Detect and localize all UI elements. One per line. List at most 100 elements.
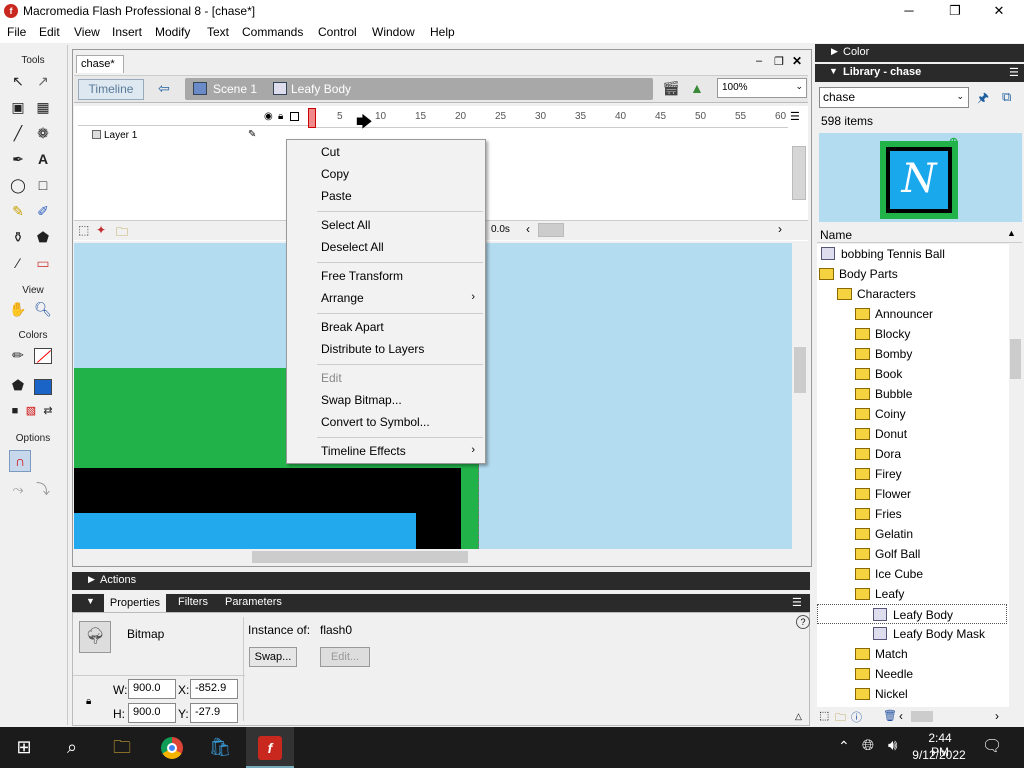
fill-transform-tool-icon[interactable]: ▦ xyxy=(33,97,53,117)
swap-button[interactable]: Swap... xyxy=(249,647,297,667)
insert-folder-icon[interactable]: 🗀︎ xyxy=(116,223,128,244)
fill-color-icon[interactable]: ⬟ xyxy=(8,375,28,395)
stroke-color-swatch[interactable] xyxy=(34,348,52,364)
menu-commands[interactable]: Commands xyxy=(242,25,303,39)
list-item[interactable]: Coiny xyxy=(855,404,906,424)
menu-item-paste[interactable]: Paste xyxy=(321,189,352,203)
notifications-icon[interactable]: 🗨︎ xyxy=(982,736,1002,756)
doc-restore-icon[interactable]: ❐ xyxy=(774,55,784,68)
new-folder-icon[interactable]: 🗀︎ xyxy=(835,709,846,728)
list-item[interactable]: Match xyxy=(855,644,908,664)
list-item[interactable]: Ice Cube xyxy=(855,564,923,584)
panel-menu-icon[interactable]: ☰ xyxy=(1009,66,1019,79)
eyedropper-tool-icon[interactable]: ∕ xyxy=(8,253,28,273)
list-item[interactable]: Announcer xyxy=(855,304,933,324)
edit-symbols-icon[interactable]: ▲ xyxy=(690,80,704,96)
list-item[interactable]: Donut xyxy=(855,424,907,444)
chrome-icon[interactable] xyxy=(148,727,196,768)
width-field[interactable]: 900.0 xyxy=(128,679,176,699)
breadcrumb-scene[interactable]: Scene 1 xyxy=(213,82,257,96)
add-motion-guide-icon[interactable]: ✦ xyxy=(96,223,106,237)
timeline-horizontal-scrollbar[interactable] xyxy=(538,223,564,237)
brush-tool-icon[interactable]: ✐ xyxy=(33,201,53,221)
menu-window[interactable]: Window xyxy=(372,25,415,39)
list-item[interactable]: Nickel xyxy=(855,684,908,704)
library-vertical-scrollbar[interactable] xyxy=(1009,244,1022,707)
color-panel-header[interactable]: ▶ Color xyxy=(815,44,1024,62)
new-library-panel-icon[interactable]: ⧉ xyxy=(1002,89,1011,105)
breadcrumb-symbol[interactable]: Leafy Body xyxy=(291,82,351,96)
layer-row[interactable]: Layer 1 ✎ xyxy=(74,129,308,144)
menu-edit[interactable]: Edit xyxy=(39,25,60,39)
menu-item-break-apart[interactable]: Break Apart xyxy=(321,320,384,334)
lock-icon[interactable]: 🔒︎ xyxy=(278,111,283,122)
menu-item-distribute-to-layers[interactable]: Distribute to Layers xyxy=(321,342,424,356)
menu-item-cut[interactable]: Cut xyxy=(321,145,340,159)
stage-vertical-scrollbar[interactable] xyxy=(792,243,808,549)
timeline-menu-icon[interactable]: ☰ xyxy=(790,110,800,123)
y-field[interactable]: -27.9 xyxy=(190,703,238,723)
eye-icon[interactable]: ◉ xyxy=(264,111,273,122)
list-item[interactable]: Bubble xyxy=(855,384,912,404)
menu-item-select-all[interactable]: Select All xyxy=(321,218,370,232)
tab-parameters[interactable]: Parameters xyxy=(225,596,282,608)
resize-grip-icon[interactable]: △ xyxy=(795,711,802,722)
pencil-tool-icon[interactable]: ✎ xyxy=(8,201,28,221)
layer-name[interactable]: Layer 1 xyxy=(104,130,137,141)
list-item[interactable]: Golf Ball xyxy=(855,544,920,564)
scrollbar-thumb[interactable] xyxy=(794,347,806,393)
list-item[interactable]: Fries xyxy=(855,504,902,524)
network-icon[interactable]: 🌐︎ xyxy=(862,737,874,754)
scroll-left-icon[interactable]: ‹ xyxy=(899,709,903,723)
tab-filters[interactable]: Filters xyxy=(178,596,208,608)
lock-icon[interactable]: 🔒︎ xyxy=(86,696,91,707)
fill-color-swatch[interactable] xyxy=(34,379,52,395)
menu-item-arrange[interactable]: Arrange xyxy=(321,291,364,305)
clock-date[interactable]: 9/12/2022 xyxy=(910,748,968,762)
list-item[interactable]: Needle xyxy=(855,664,913,684)
free-transform-tool-icon[interactable]: ▣ xyxy=(8,97,28,117)
document-tab[interactable]: chase* xyxy=(76,55,124,73)
menu-item-deselect-all[interactable]: Deselect All xyxy=(321,240,384,254)
paint-bucket-tool-icon[interactable]: ⬟ xyxy=(33,227,53,247)
doc-close-icon[interactable]: ✕ xyxy=(792,54,802,68)
panel-menu-icon[interactable]: ☰ xyxy=(792,596,802,609)
menu-control[interactable]: Control xyxy=(318,25,357,39)
x-field[interactable]: -852.9 xyxy=(190,679,238,699)
pen-tool-icon[interactable]: ✒ xyxy=(8,149,28,169)
sort-arrow-icon[interactable]: ▲ xyxy=(1007,228,1016,238)
menu-item-swap-bitmap[interactable]: Swap Bitmap... xyxy=(321,393,402,407)
scroll-left-icon[interactable]: ‹ xyxy=(526,222,530,236)
list-item[interactable]: Firey xyxy=(855,464,902,484)
list-item[interactable]: Flower xyxy=(855,484,911,504)
back-arrow-icon[interactable]: ⇦ xyxy=(152,80,176,100)
actions-panel-header[interactable]: ▶ Actions xyxy=(72,572,810,590)
flash-taskbar-icon[interactable]: f xyxy=(246,727,294,768)
zoom-tool-icon[interactable]: 🔍︎ xyxy=(33,299,53,319)
close-button[interactable]: ✕ xyxy=(976,0,1022,23)
subselection-tool-icon[interactable]: ↗ xyxy=(33,71,53,91)
stroke-color-icon[interactable]: ✏ xyxy=(8,345,28,365)
list-item[interactable]: Dora xyxy=(855,444,901,464)
delete-icon[interactable]: 🗑︎ xyxy=(883,709,897,722)
edit-scene-icon[interactable]: 🎬︎ xyxy=(662,80,680,97)
collapse-arrow-icon[interactable]: ▼ xyxy=(86,596,95,606)
list-item[interactable]: Leafy xyxy=(855,584,904,604)
height-field[interactable]: 900.0 xyxy=(128,703,176,723)
menu-file[interactable]: File xyxy=(7,25,26,39)
doc-minimize-icon[interactable]: – xyxy=(756,55,762,67)
selection-tool-icon[interactable]: ↖ xyxy=(8,71,28,91)
new-symbol-icon[interactable]: ⬚ xyxy=(819,709,829,722)
help-icon[interactable]: ? xyxy=(796,615,810,629)
smooth-icon[interactable]: ⤳ xyxy=(8,479,28,499)
menu-item-timeline-effects[interactable]: Timeline Effects xyxy=(321,444,406,458)
list-item[interactable]: Blocky xyxy=(855,324,910,344)
text-tool-icon[interactable]: A xyxy=(33,149,53,169)
zoom-select[interactable]: 100% ⌄ xyxy=(717,78,807,98)
library-column-header[interactable]: Name ▲ xyxy=(817,226,1022,243)
list-item[interactable]: bobbing Tennis Ball xyxy=(821,244,945,264)
pin-library-icon[interactable]: 🖈︎ xyxy=(977,89,989,111)
list-item[interactable]: Body Parts xyxy=(819,264,898,284)
list-item-selected[interactable]: Leafy Body xyxy=(817,604,1007,624)
hand-tool-icon[interactable]: ✋ xyxy=(8,299,28,319)
